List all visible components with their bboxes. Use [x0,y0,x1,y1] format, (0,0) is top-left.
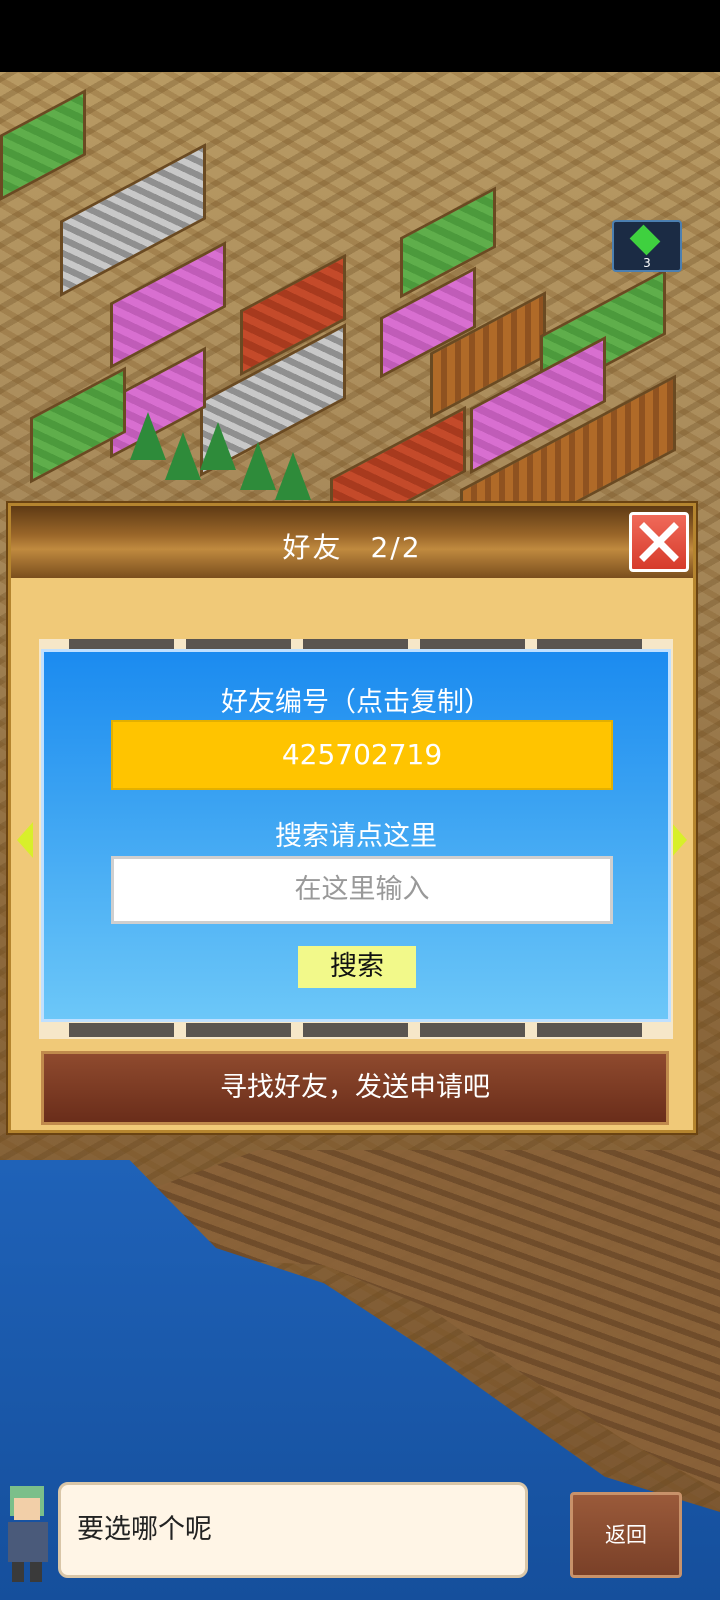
dialog-title-text: 好友 [282,531,343,564]
slot-divider [69,639,174,649]
slot-divider [537,1023,642,1037]
grass-plot [0,89,86,201]
find-friends-button[interactable]: 寻找好友，发送申请吧 [41,1051,669,1125]
tree [240,442,276,490]
slot-divider [420,1023,525,1037]
slot-divider [69,1023,174,1037]
search-button[interactable]: 搜索 [298,946,416,988]
close-button[interactable] [629,512,689,572]
close-x-icon [639,522,679,562]
dialog-title: 好友 2/2 [11,526,693,566]
slot-divider [303,639,408,649]
tree [275,452,311,500]
dialog-header: 好友 2/2 [11,506,693,578]
gem-count: 3 [643,256,651,270]
gem-counter[interactable]: 3 [612,220,682,272]
friend-id-copy-button[interactable]: 425702719 [111,720,613,790]
slot-divider [186,1023,291,1037]
tree [130,412,166,460]
search-input[interactable]: 在这里输入 [111,856,613,924]
green-gem-icon [629,224,661,256]
friend-id-label: 好友编号（点击复制） [221,687,491,718]
search-label: 搜索请点这里 [275,821,437,852]
arrow-right-icon[interactable] [671,822,687,858]
npc-avatar [0,1478,60,1588]
slot-divider [186,639,291,649]
tree [200,422,236,470]
slot-divider [537,639,642,649]
back-button[interactable]: 返回 [570,1492,682,1578]
speech-bubble: 要选哪个呢 [58,1482,528,1578]
tree [165,432,201,480]
friends-dialog: 好友 2/2 好友编号（点击复制） 425702719 搜索请点这里 在这里输入 … [8,503,696,1133]
slot-divider [420,639,525,649]
arrow-left-icon[interactable] [17,822,33,858]
friend-id-panel: 好友编号（点击复制） 425702719 搜索请点这里 在这里输入 搜索 [41,649,671,1022]
status-bar [0,0,720,72]
slot-divider [303,1023,408,1037]
crop-plot [30,366,126,484]
friend-count: 2/2 [370,531,422,564]
